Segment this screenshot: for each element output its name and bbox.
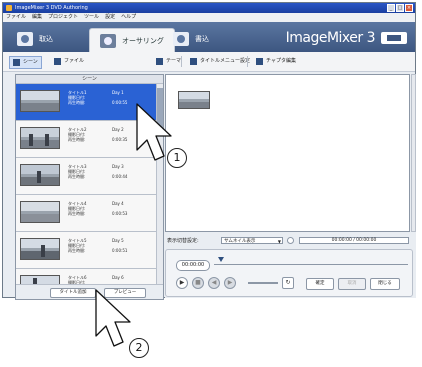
menu-settings[interactable]: 設定 bbox=[105, 13, 115, 22]
close-panel-button[interactable]: 閉じる bbox=[370, 278, 400, 290]
title-menu-button[interactable]: タイトルメニュー設定 bbox=[187, 56, 253, 67]
scene-list-panel: シーン タイトル1 撮影日付: 再生時間: Day 1 0:00:55 タイトル… bbox=[15, 74, 164, 300]
toolbar: シーン ファイル テーマ タイトルメニュー設定 チャプタ編集 bbox=[3, 52, 415, 72]
scene-meta: タイトル5 撮影日付: 再生時間: bbox=[68, 238, 87, 253]
forward-icon[interactable]: ▶ bbox=[224, 277, 236, 289]
title-bar: ImageMixer 3 DVD Authoring _ □ × bbox=[3, 3, 415, 13]
scene-icon bbox=[13, 59, 20, 66]
scene-list-scrollbar[interactable] bbox=[156, 84, 163, 299]
import-icon bbox=[17, 32, 33, 46]
tab-authoring-label: オーサリング bbox=[122, 37, 164, 45]
file-icon bbox=[54, 58, 61, 65]
display-settings-bar: 表示切替設定: サムネイル表示 00:00:00 / 00:00:00 bbox=[165, 236, 416, 246]
menu-bar: ファイル 編集 プロジェクト ツール 設定 ヘルプ bbox=[3, 13, 415, 22]
scene-thumbnail bbox=[20, 90, 60, 112]
file-tab-label: ファイル bbox=[64, 58, 85, 64]
tab-burn[interactable]: 書込 bbox=[173, 29, 209, 49]
mode-header: 取込 オーサリング 書込 ImageMixer 3 bbox=[3, 22, 415, 53]
display-label: 表示切替設定: bbox=[167, 238, 199, 244]
theme-label: テーマ bbox=[166, 58, 182, 64]
minimize-button[interactable]: _ bbox=[387, 4, 395, 12]
scene-item[interactable]: タイトル3 撮影日付: 再生時間: Day 3 0:00:44 bbox=[16, 158, 163, 195]
seek-bar[interactable] bbox=[214, 264, 408, 265]
stop-icon[interactable]: ■ bbox=[192, 277, 204, 289]
menu-help[interactable]: ヘルプ bbox=[121, 13, 136, 22]
app-icon bbox=[6, 5, 12, 11]
menu-icon bbox=[190, 58, 197, 65]
scene-meta: タイトル1 撮影日付: 再生時間: bbox=[68, 90, 87, 105]
scene-thumbnail bbox=[20, 201, 60, 223]
cancel-button[interactable]: 取消 bbox=[338, 278, 366, 290]
menu-tools[interactable]: ツール bbox=[84, 13, 99, 22]
tab-import[interactable]: 取込 bbox=[17, 29, 53, 49]
scene-thumbnail bbox=[20, 164, 60, 186]
scene-meta-values: Day 1 0:00:55 bbox=[112, 90, 128, 105]
scene-item[interactable]: タイトル1 撮影日付: 再生時間: Day 1 0:00:55 bbox=[16, 84, 163, 121]
scene-tab-button[interactable]: シーン bbox=[9, 56, 42, 69]
scene-thumbnail bbox=[20, 238, 60, 260]
timecode-display: 00:00:00 bbox=[176, 260, 210, 271]
theme-icon bbox=[156, 58, 163, 65]
canvas-thumbnail[interactable] bbox=[178, 91, 210, 109]
burn-icon bbox=[173, 32, 189, 46]
add-title-button[interactable]: タイトル追加 bbox=[50, 288, 96, 298]
callout-number: 2 bbox=[129, 338, 149, 358]
editor-panel: 表示切替設定: サムネイル表示 00:00:00 / 00:00:00 00:0… bbox=[165, 74, 416, 298]
maximize-button[interactable]: □ bbox=[396, 4, 404, 12]
toolbar-divider bbox=[181, 56, 182, 67]
confirm-button[interactable]: 確定 bbox=[306, 278, 334, 290]
theme-button[interactable]: テーマ bbox=[153, 56, 184, 67]
brand-logo: ImageMixer 3 bbox=[285, 30, 376, 46]
scene-item[interactable]: タイトル2 撮影日付: 再生時間: Day 2 0:00:35 bbox=[16, 121, 163, 158]
scene-meta: タイトル2 撮影日付: 再生時間: bbox=[68, 127, 87, 142]
scene-meta-values: Day 2 0:00:35 bbox=[112, 127, 128, 142]
rewind-icon[interactable]: ◀ bbox=[208, 277, 220, 289]
scene-meta-values: Day 4 0:00:53 bbox=[112, 201, 128, 216]
seek-knob[interactable] bbox=[218, 257, 224, 262]
scene-item[interactable]: タイトル4 撮影日付: 再生時間: Day 4 0:00:53 bbox=[16, 195, 163, 232]
menu-file[interactable]: ファイル bbox=[6, 13, 26, 22]
canvas-scrollbar[interactable] bbox=[411, 74, 416, 232]
scene-meta: タイトル4 撮影日付: 再生時間: bbox=[68, 201, 87, 216]
tab-import-label: 取込 bbox=[39, 35, 53, 43]
scene-meta: タイトル3 撮影日付: 再生時間: bbox=[68, 164, 87, 179]
scene-meta-values: Day 5 0:00:51 bbox=[112, 238, 128, 253]
scene-meta-values: Day 3 0:00:44 bbox=[112, 164, 128, 179]
scene-thumbnail bbox=[20, 127, 60, 149]
toolbar-divider bbox=[247, 56, 248, 67]
menu-edit[interactable]: 編集 bbox=[32, 13, 42, 22]
time-display: 00:00:00 / 00:00:00 bbox=[299, 237, 409, 244]
app-window: ImageMixer 3 DVD Authoring _ □ × ファイル 編集… bbox=[2, 2, 416, 300]
tab-burn-label: 書込 bbox=[195, 35, 209, 43]
chapter-edit-button[interactable]: チャプタ編集 bbox=[253, 56, 299, 67]
preview-button[interactable]: プレビュー bbox=[104, 288, 146, 298]
display-mode-select[interactable]: サムネイル表示 bbox=[221, 237, 283, 245]
tab-authoring[interactable]: オーサリング bbox=[89, 28, 175, 53]
scene-list-header: シーン bbox=[16, 75, 163, 84]
scene-item[interactable]: タイトル5 撮影日付: 再生時間: Day 5 0:00:51 bbox=[16, 232, 163, 269]
scene-tab-label: シーン bbox=[23, 59, 38, 65]
chapter-edit-label: チャプタ編集 bbox=[266, 58, 296, 64]
title-menu-label: タイトルメニュー設定 bbox=[200, 58, 251, 64]
file-tab-button[interactable]: ファイル bbox=[51, 56, 87, 67]
scene-button-row: タイトル追加 プレビュー bbox=[16, 284, 163, 299]
brand-badge-icon bbox=[381, 32, 407, 44]
player-controls: 00:00:00 ▶ ■ ◀ ▶ ↻ 確定 取消 閉じる bbox=[165, 249, 413, 297]
scene-meta-values: Day 6 bbox=[112, 275, 124, 280]
loop-icon[interactable]: ↻ bbox=[282, 277, 294, 289]
close-button[interactable]: × bbox=[405, 4, 413, 12]
menu-project[interactable]: プロジェクト bbox=[48, 13, 78, 22]
callout-number: 1 bbox=[167, 148, 187, 168]
scrollbar-thumb[interactable] bbox=[157, 88, 163, 128]
chapter-icon bbox=[256, 58, 263, 65]
play-icon[interactable]: ▶ bbox=[176, 277, 188, 289]
window-title: ImageMixer 3 DVD Authoring bbox=[15, 5, 88, 11]
title-canvas[interactable] bbox=[165, 74, 410, 232]
volume-slider[interactable] bbox=[248, 282, 278, 284]
authoring-icon bbox=[100, 34, 116, 48]
refresh-icon[interactable] bbox=[287, 237, 294, 244]
